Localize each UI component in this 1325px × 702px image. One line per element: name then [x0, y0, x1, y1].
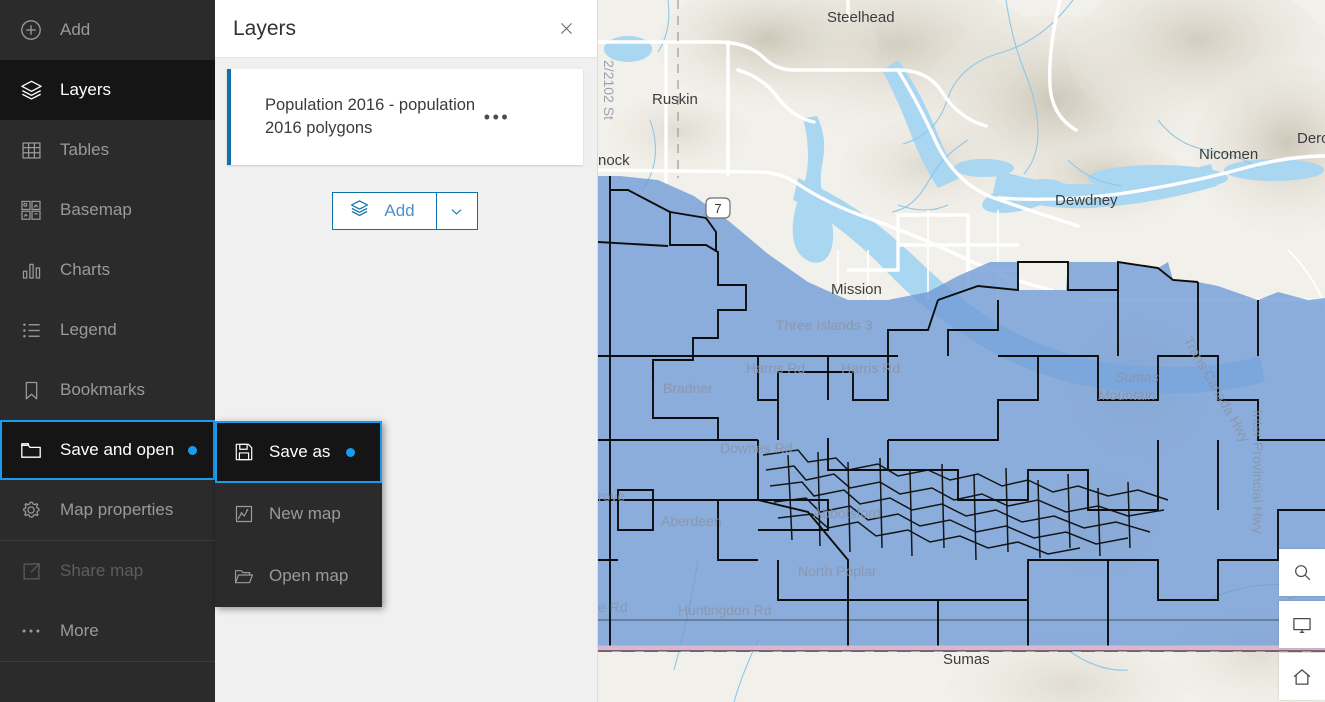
svg-text:e Rd: e Rd — [598, 599, 628, 615]
list-item[interactable]: Population 2016 - population 2016 polygo… — [227, 69, 583, 165]
sidebar-divider-2 — [0, 661, 215, 662]
folder-icon — [16, 435, 46, 465]
menu-item-label: Open map — [269, 566, 349, 585]
svg-text:Steelhead: Steelhead — [827, 9, 895, 26]
svg-text:Abbotsford: Abbotsford — [813, 505, 881, 521]
svg-text:Mountain: Mountain — [1098, 387, 1156, 403]
svg-text:Sumas: Sumas — [1115, 369, 1159, 385]
sidebar-item-label: Tables — [60, 140, 110, 159]
menu-item-new-map[interactable]: New map — [215, 483, 382, 545]
open-folder-icon — [231, 563, 257, 589]
svg-text:nock: nock — [598, 152, 630, 169]
table-icon — [16, 135, 46, 165]
new-map-icon — [231, 501, 257, 527]
layer-title: Population 2016 - population 2016 polygo… — [265, 96, 476, 137]
svg-text:Three Islands 3: Three Islands 3 — [776, 317, 873, 333]
svg-text:Bradner: Bradner — [663, 380, 713, 396]
svg-text:Huntingdon Rd: Huntingdon Rd — [678, 602, 771, 618]
sidebar-item-label: Charts — [60, 260, 111, 279]
sidebar-item-layers[interactable]: Layers — [0, 60, 215, 120]
sidebar-item-save-and-open[interactable]: Save and open — [0, 420, 215, 480]
svg-text:Aberdeen: Aberdeen — [661, 513, 722, 529]
sidebar-item-label: Bookmarks — [60, 380, 146, 399]
map-tools — [1279, 549, 1325, 702]
svg-text:North Poplar: North Poplar — [798, 563, 877, 579]
map-canvas[interactable]: 7 Steelhead Ruskin nock Mission Dewdney … — [598, 0, 1325, 702]
close-icon[interactable] — [551, 14, 581, 44]
sidebar-item-label: Map properties — [60, 500, 174, 519]
sidebar-item-tables[interactable]: Tables — [0, 120, 215, 180]
add-layer-button-group[interactable]: Add — [332, 192, 478, 230]
svg-text:Downes Rd: Downes Rd — [720, 440, 792, 456]
add-button-label: Add — [384, 201, 415, 220]
page-title: Layers — [233, 16, 297, 40]
sidebar-item-label: More — [60, 621, 99, 640]
svg-text:Sumas: Sumas — [943, 651, 990, 668]
status-badge — [188, 445, 198, 455]
monitor-icon — [1291, 614, 1313, 636]
sidebar-item-more[interactable]: More — [0, 601, 215, 661]
chevron-down-icon[interactable] — [435, 193, 477, 229]
sidebar-item-charts[interactable]: Charts — [0, 240, 215, 300]
menu-item-save-as[interactable]: Save as — [215, 421, 382, 483]
svg-text:Dewdney: Dewdney — [1055, 192, 1118, 209]
menu-item-label: New map — [269, 504, 341, 523]
bar-chart-icon — [16, 255, 46, 285]
sidebar-item-map-properties[interactable]: Map properties — [0, 480, 215, 540]
svg-text:rove: rove — [598, 488, 625, 504]
svg-text:Inter Provincial Hwy: Inter Provincial Hwy — [1250, 410, 1266, 534]
add-layer-row: Add — [227, 192, 583, 230]
menu-item-open-map[interactable]: Open map — [215, 545, 382, 607]
layers-panel-header: Layers — [215, 0, 597, 58]
home-extent-tool[interactable] — [1279, 653, 1325, 700]
basemap-icon — [16, 195, 46, 225]
sidebar-item-label: Share map — [60, 561, 144, 580]
svg-text:Ruskin: Ruskin — [652, 91, 698, 108]
layers-icon — [349, 198, 370, 224]
layers-icon — [16, 75, 46, 105]
sidebar-item-basemap[interactable]: Basemap — [0, 180, 215, 240]
map-svg: 7 Steelhead Ruskin nock Mission Dewdney … — [598, 0, 1325, 702]
sidebar-item-label: Save and open — [60, 440, 175, 459]
legend-list-icon — [16, 315, 46, 345]
svg-text:Derc: Derc — [1297, 130, 1325, 147]
display-tool[interactable] — [1279, 601, 1325, 648]
svg-text:Harris Rd: Harris Rd — [746, 360, 805, 376]
svg-text:Mission: Mission — [831, 281, 882, 298]
magnifier-icon — [1292, 562, 1313, 583]
sidebar-item-add[interactable]: Add — [0, 0, 215, 60]
layer-options-icon[interactable]: ••• — [480, 100, 514, 134]
svg-text:Harris Rd: Harris Rd — [841, 360, 900, 376]
sidebar-item-legend[interactable]: Legend — [0, 300, 215, 360]
bookmark-icon — [16, 375, 46, 405]
sidebar-item-label: Legend — [60, 320, 117, 339]
add-button[interactable]: Add — [333, 193, 435, 229]
sidebar-item-bookmarks[interactable]: Bookmarks — [0, 360, 215, 420]
ellipsis-icon — [16, 616, 46, 646]
save-and-open-flyout-menu: Save as New map Open map — [215, 421, 382, 607]
status-badge — [346, 447, 356, 457]
svg-text:7: 7 — [714, 201, 721, 216]
application-root: Add Layers Tables Basemap Charts Legend … — [0, 0, 1325, 702]
home-icon — [1291, 666, 1313, 688]
svg-text:Nicomen: Nicomen — [1199, 146, 1258, 163]
sidebar-item-share-map: Share map — [0, 541, 215, 601]
floppy-save-icon — [231, 439, 257, 465]
gear-icon — [16, 495, 46, 525]
share-icon — [16, 556, 46, 586]
sidebar-item-label: Basemap — [60, 200, 132, 219]
menu-item-label: Save as — [269, 442, 331, 461]
sidebar-item-label: Add — [60, 20, 91, 39]
search-tool[interactable] — [1279, 549, 1325, 596]
highway-shield-7: 7 — [705, 197, 731, 219]
plus-circle-icon — [16, 15, 46, 45]
sidebar-item-label: Layers — [60, 80, 112, 99]
left-sidebar: Add Layers Tables Basemap Charts Legend … — [0, 0, 215, 702]
svg-text:2/2102 St: 2/2102 St — [601, 60, 617, 120]
